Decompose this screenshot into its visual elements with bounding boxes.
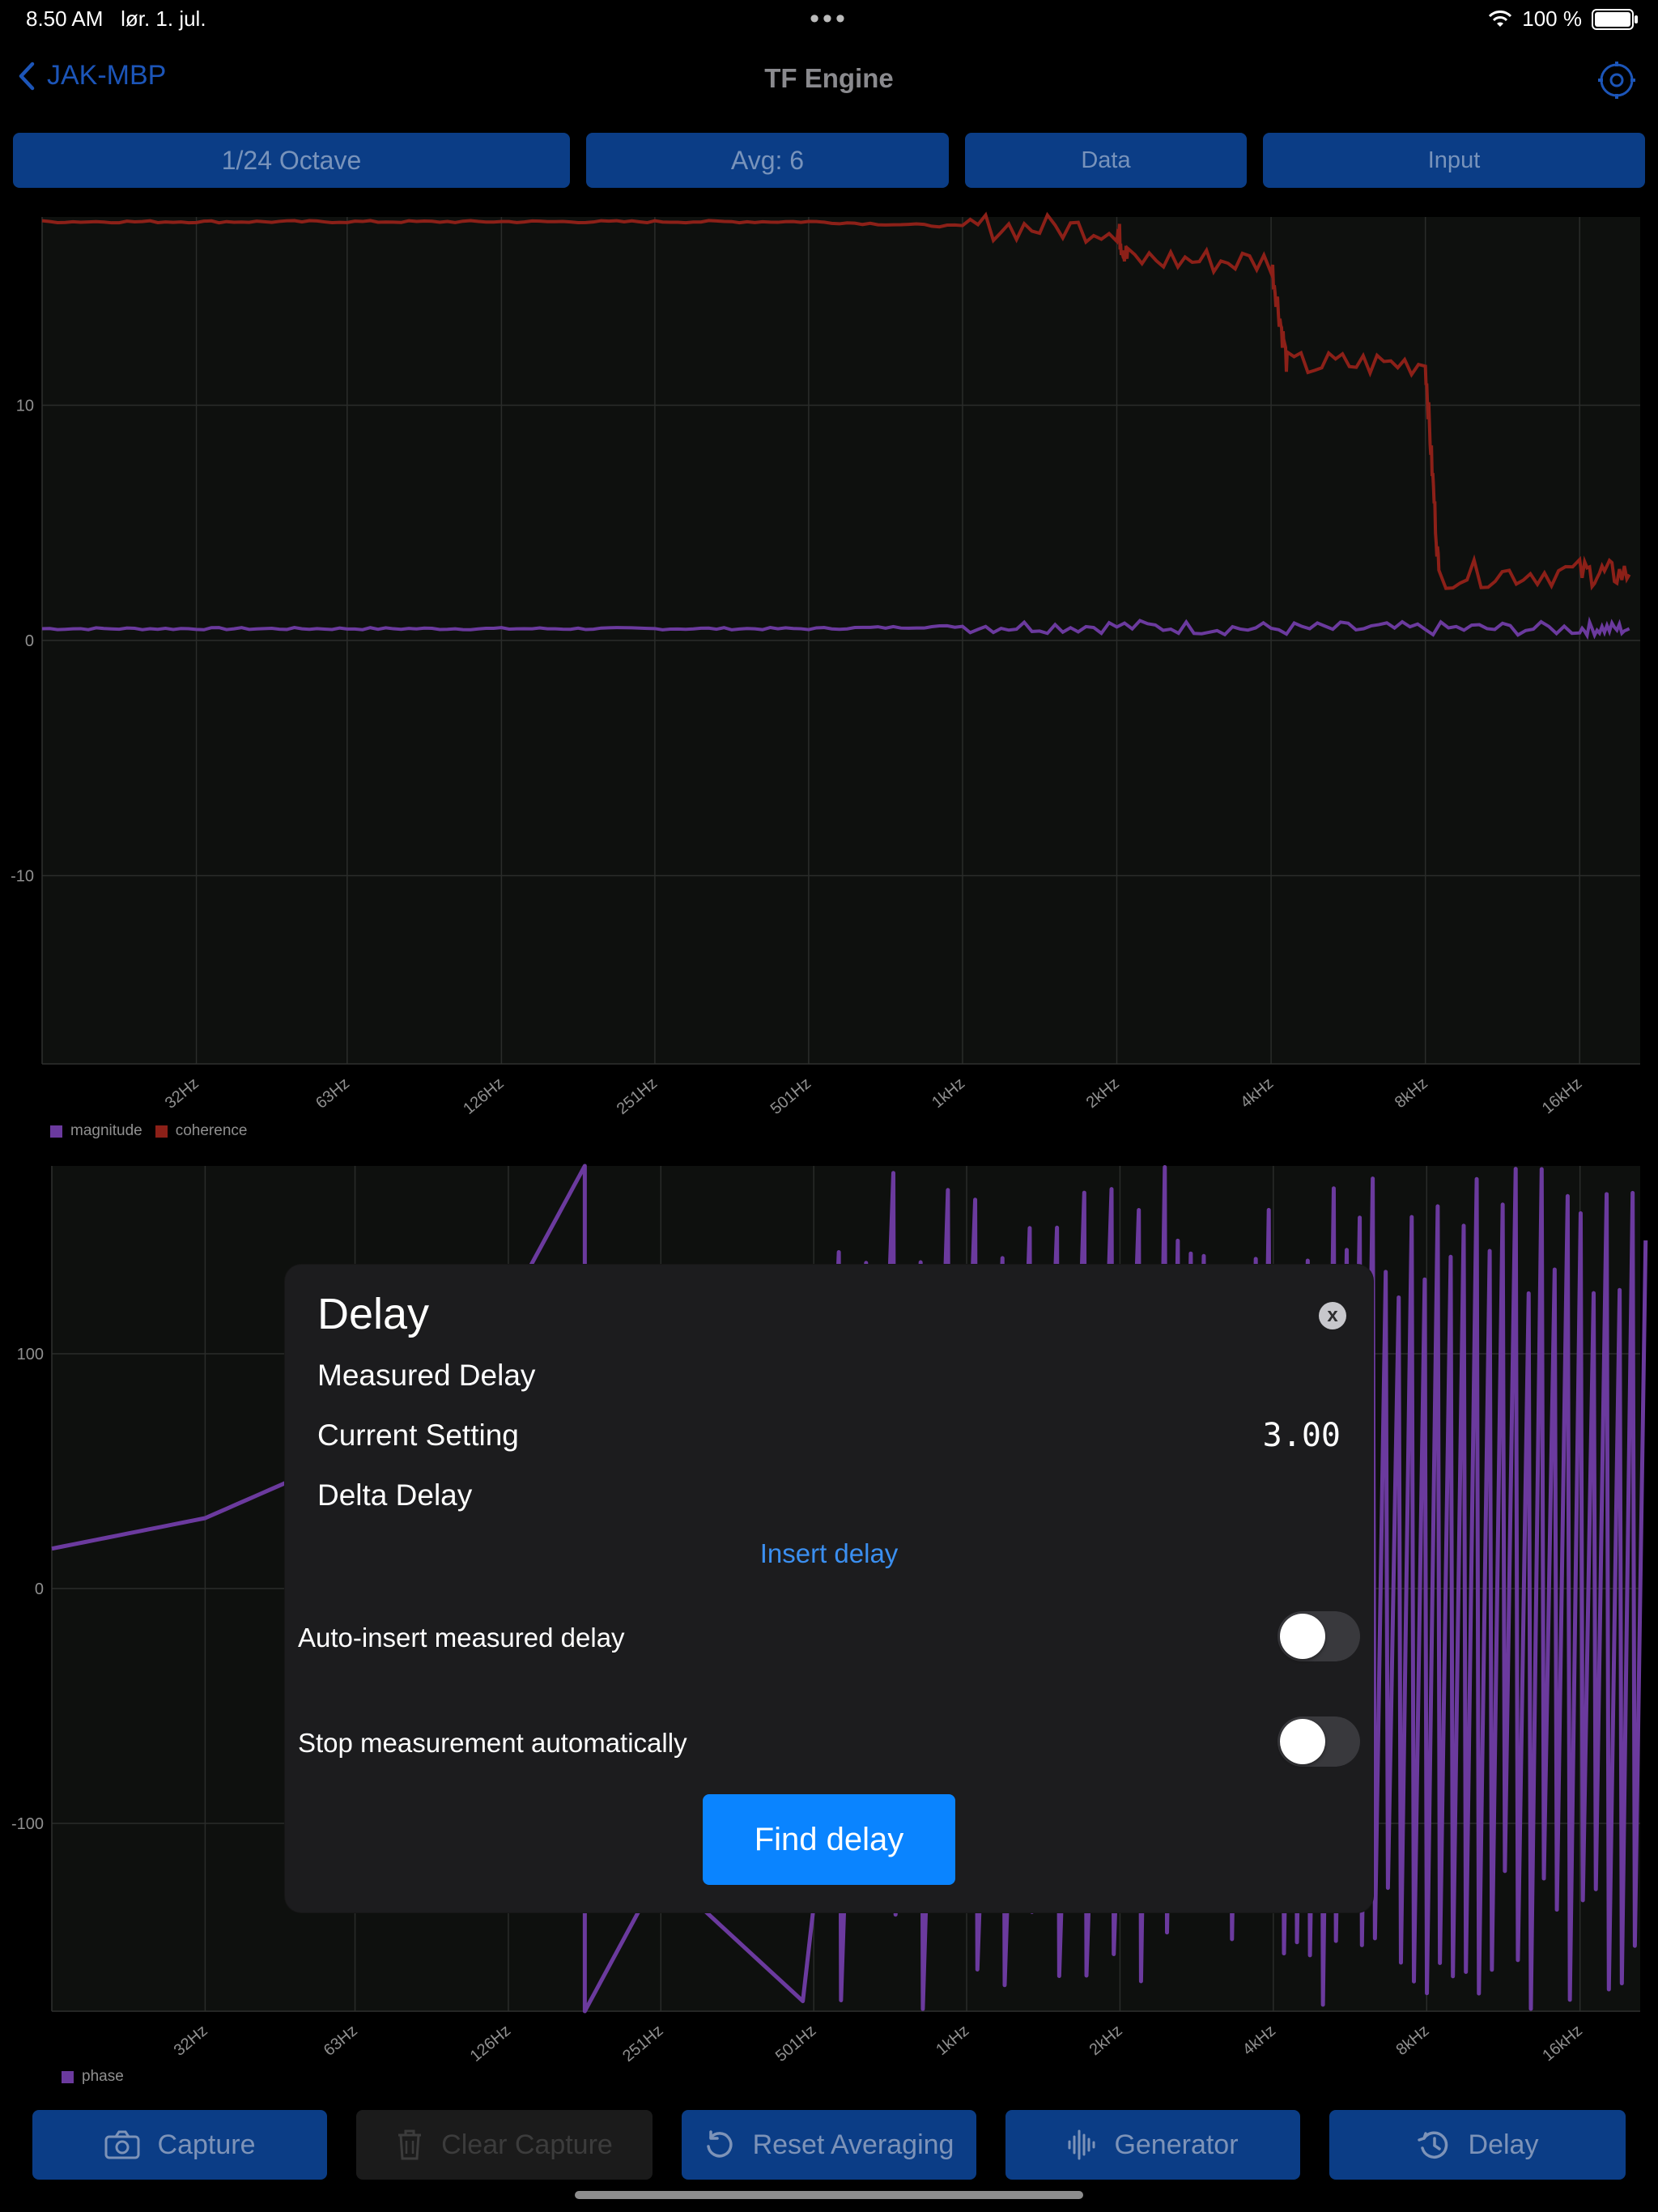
- legend-swatch-coherence: [155, 1125, 168, 1138]
- dialog-title: Delay: [317, 1290, 430, 1338]
- multitask-dots[interactable]: •••: [0, 3, 1658, 35]
- resolution-button[interactable]: 1/24 Octave: [13, 133, 570, 188]
- clear-capture-label: Clear Capture: [441, 2129, 613, 2160]
- averaging-button[interactable]: Avg: 6: [586, 133, 949, 188]
- generator-button[interactable]: Generator: [1005, 2110, 1300, 2180]
- x-tick-label: 2kHz: [1086, 2022, 1126, 2059]
- delay-dialog: Delay x Measured Delay Current Setting 3…: [285, 1265, 1373, 1912]
- settings-gear-icon[interactable]: [1596, 60, 1637, 100]
- x-tick-label: 126Hz: [460, 1074, 507, 1118]
- current-setting-label: Current Setting: [317, 1419, 519, 1452]
- chart1-legend: magnitude coherence: [50, 1122, 247, 1140]
- generator-label: Generator: [1114, 2129, 1239, 2160]
- auto-insert-label: Auto-insert measured delay: [298, 1623, 625, 1653]
- chart2-legend: phase: [62, 2068, 124, 2086]
- x-tick-label: 501Hz: [767, 1074, 814, 1118]
- page-title: TF Engine: [764, 63, 894, 93]
- averaging-label: Avg: 6: [730, 145, 805, 175]
- reset-averaging-label: Reset Averaging: [752, 2129, 954, 2160]
- y-tick-label: 10: [16, 397, 34, 415]
- capture-button[interactable]: Capture: [32, 2110, 327, 2180]
- wifi-icon: [1489, 10, 1512, 27]
- current-setting-value: 3.00: [1262, 1417, 1341, 1454]
- x-tick-label: 4kHz: [1237, 1074, 1277, 1112]
- input-button[interactable]: Input: [1263, 133, 1645, 188]
- delay-label: Delay: [1468, 2129, 1539, 2160]
- clock-history-icon: [1417, 2131, 1448, 2159]
- reset-icon: [706, 2130, 733, 2158]
- y-tick-label: -100: [11, 1815, 44, 1833]
- x-tick-label: 1kHz: [929, 1074, 968, 1112]
- magnitude-coherence-chart[interactable]: 32Hz 63Hz 126Hz 251Hz 501Hz 1kHz 2kHz 4kHz 8kHz 1…: [0, 201, 1658, 1148]
- x-tick-label: 8kHz: [1392, 2022, 1432, 2059]
- close-icon[interactable]: x: [1319, 1302, 1346, 1329]
- x-tick-label: 4kHz: [1239, 2022, 1279, 2059]
- legend-phase: phase: [82, 2068, 124, 2085]
- clear-capture-button[interactable]: Clear Capture: [356, 2110, 653, 2180]
- x-tick-label: 126Hz: [467, 2022, 514, 2065]
- delay-button[interactable]: Delay: [1329, 2110, 1626, 2180]
- y-tick-label: 0: [25, 632, 34, 650]
- waveform-icon: [1068, 2129, 1095, 2160]
- x-tick-label: 16kHz: [1539, 1074, 1586, 1117]
- x-tick-label: 2kHz: [1083, 1074, 1123, 1112]
- data-button[interactable]: Data: [965, 133, 1247, 188]
- trash-icon: [398, 2129, 422, 2160]
- delta-delay-label: Delta Delay: [317, 1478, 473, 1512]
- auto-insert-toggle[interactable]: [1278, 1611, 1360, 1661]
- legend-magnitude: magnitude: [70, 1122, 142, 1139]
- x-tick-label: 32Hz: [171, 2022, 211, 2060]
- insert-delay-link[interactable]: Insert delay: [285, 1538, 1373, 1569]
- home-indicator[interactable]: [575, 2191, 1083, 2199]
- capture-label: Capture: [157, 2129, 256, 2160]
- resolution-label: 1/24 Octave: [221, 145, 362, 175]
- x-tick-label: 32Hz: [162, 1074, 202, 1112]
- y-tick-label: 0: [35, 1580, 44, 1598]
- x-tick-label: 63Hz: [321, 2022, 361, 2060]
- legend-coherence: coherence: [175, 1122, 248, 1139]
- legend-swatch-phase: [62, 2070, 74, 2083]
- y-tick-label: 100: [17, 1346, 44, 1363]
- x-tick-label: 1kHz: [933, 2022, 972, 2059]
- reset-averaging-button[interactable]: Reset Averaging: [682, 2110, 976, 2180]
- x-tick-label: 8kHz: [1392, 1074, 1431, 1112]
- stop-auto-label: Stop measurement automatically: [298, 1728, 687, 1758]
- toggle-knob: [1280, 1614, 1325, 1659]
- x-tick-label: 251Hz: [619, 2022, 666, 2065]
- camera-icon: [104, 2130, 140, 2159]
- measured-delay-label: Measured Delay: [317, 1359, 536, 1392]
- x-tick-label: 501Hz: [772, 2022, 819, 2065]
- toggle-knob: [1280, 1719, 1325, 1764]
- data-label: Data: [1081, 147, 1131, 173]
- status-right: 100 %: [1488, 6, 1638, 32]
- find-delay-button[interactable]: Find delay: [703, 1794, 955, 1885]
- y-tick-label: -10: [11, 868, 34, 886]
- input-label: Input: [1427, 147, 1481, 173]
- legend-swatch-magnitude: [50, 1125, 62, 1138]
- battery-icon: [1592, 8, 1638, 30]
- x-tick-label: 63Hz: [312, 1074, 353, 1112]
- battery-percent: 100 %: [1522, 6, 1582, 31]
- x-tick-label: 251Hz: [614, 1074, 661, 1118]
- x-tick-label: 16kHz: [1539, 2022, 1586, 2065]
- stop-auto-toggle[interactable]: [1278, 1716, 1360, 1767]
